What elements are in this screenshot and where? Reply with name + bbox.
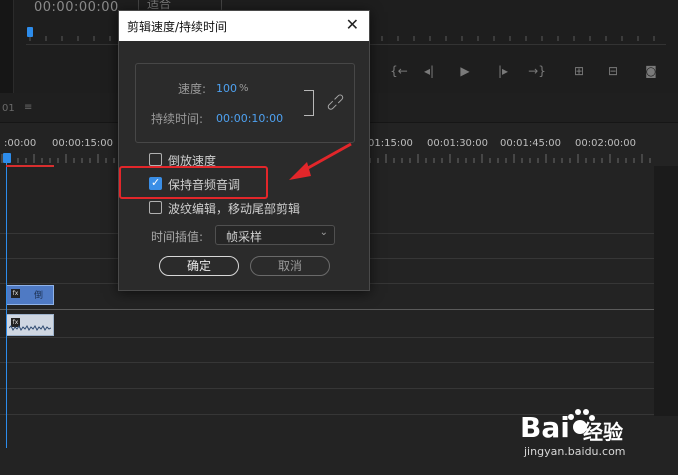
speed-duration-group [135, 63, 355, 143]
video-clip-title: 倒 [34, 291, 44, 301]
render-bar [6, 165, 54, 167]
transport-controls: {← ◂| ▶ |▸ →} ⊞ ⊟ ◙ [388, 60, 678, 82]
overwrite-icon[interactable]: ⊟ [602, 60, 624, 82]
track-divider [0, 388, 654, 389]
checkbox-box[interactable] [149, 201, 162, 214]
timeline-scrollbar[interactable] [654, 166, 678, 416]
export-frame-icon[interactable]: ◙ [640, 60, 662, 82]
dialog-titlebar[interactable]: 剪辑速度/持续时间 ✕ [119, 11, 369, 41]
watermark-brand: Bai [520, 411, 570, 444]
video-audio-divider [0, 309, 654, 310]
duration-value[interactable]: 00:00:10:00 [216, 112, 283, 125]
speed-unit: % [239, 83, 249, 94]
timecode-label: 01:15:00 [368, 138, 413, 149]
step-back-icon[interactable]: ◂| [418, 60, 440, 82]
playhead-timecode[interactable]: 00:00:00:00 [34, 0, 119, 15]
monitor-side-strip [0, 0, 14, 93]
timecode-label: 00:02:00:00 [575, 138, 637, 149]
timecode-label: 00:01:30:00 [427, 138, 489, 149]
video-clip[interactable]: fx 倒 [6, 285, 54, 305]
monitor-playhead[interactable] [27, 27, 33, 37]
highlight-box [119, 166, 268, 199]
dialog-title: 剪辑速度/持续时间 [127, 20, 228, 34]
speed-value[interactable]: 100 [216, 82, 237, 95]
track-divider [0, 337, 654, 338]
panel-menu-icon[interactable]: ≡ [24, 102, 32, 113]
mark-in-icon[interactable]: {← [388, 60, 410, 82]
go-to-out-icon[interactable]: →} [526, 60, 548, 82]
checkbox-box[interactable] [149, 153, 162, 166]
time-interpolation-select[interactable]: 帧采样 ⌄ [215, 225, 335, 245]
timecode-label: 00:00:15:00 [52, 138, 114, 149]
timecode-label: 00:01:45:00 [500, 138, 562, 149]
annotation-arrow [289, 142, 352, 180]
play-icon[interactable]: ▶ [454, 60, 476, 82]
playhead-line [6, 153, 7, 448]
checkbox-label: 波纹编辑，移动尾部剪辑 [168, 202, 301, 216]
sequence-tab[interactable]: 01 [2, 103, 15, 114]
cancel-button[interactable]: 取消 [250, 256, 330, 276]
speed-label: 速度: [178, 82, 207, 96]
chevron-down-icon: ⌄ [319, 227, 328, 238]
timecode-label: :00:00 [4, 138, 37, 149]
time-interpolation-label: 时间插值: [151, 230, 204, 244]
fx-badge: fx [11, 289, 20, 298]
step-forward-icon[interactable]: |▸ [492, 60, 514, 82]
duration-label: 持续时间: [151, 112, 204, 126]
timeline-playhead[interactable] [3, 153, 11, 163]
interpolation-value: 帧采样 [226, 230, 263, 244]
track-divider [0, 362, 654, 363]
ok-button[interactable]: 确定 [159, 256, 239, 276]
audio-waveform [9, 325, 51, 331]
close-icon[interactable]: ✕ [346, 15, 359, 34]
link-bracket [304, 90, 314, 116]
watermark-suffix: 经验 [583, 420, 623, 444]
insert-icon[interactable]: ⊞ [568, 60, 590, 82]
audio-clip[interactable]: fx [6, 314, 54, 336]
watermark-url: jingyan.baidu.com [524, 445, 626, 458]
